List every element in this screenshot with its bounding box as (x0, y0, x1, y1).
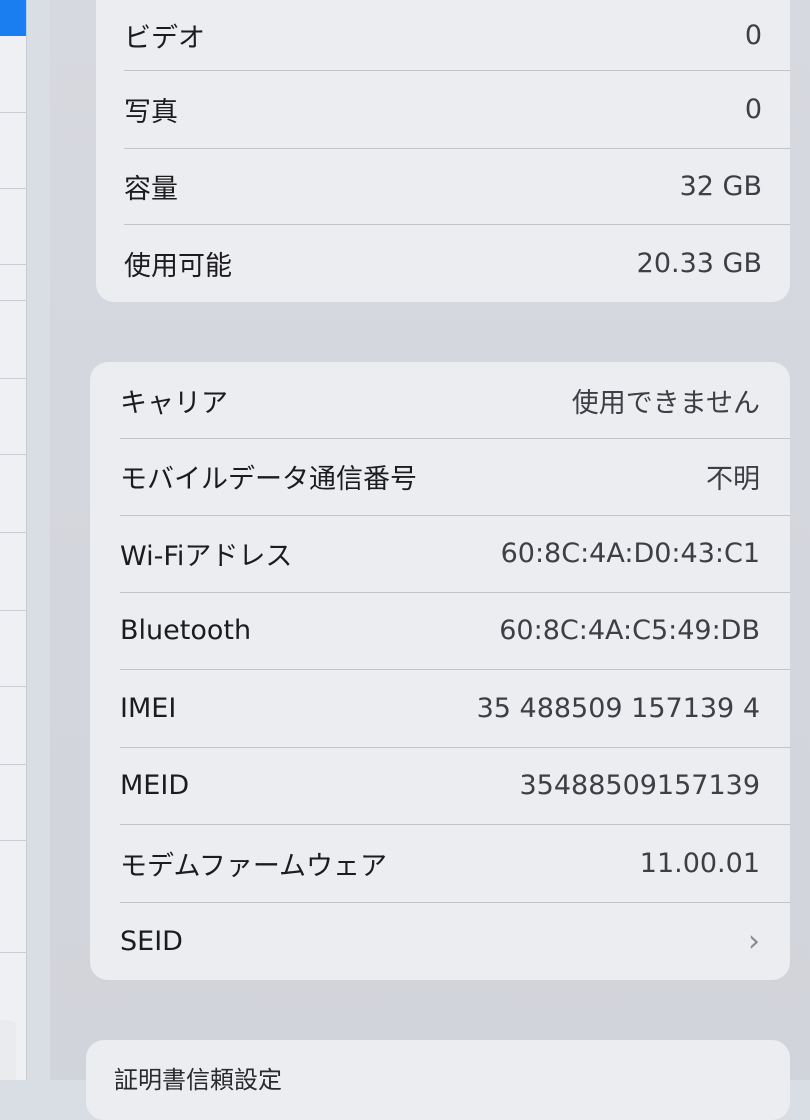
row-value: 11.00.01 (639, 847, 760, 879)
sidebar-divider (0, 454, 26, 455)
sidebar-divider (0, 264, 26, 265)
row-capacity: 容量 32 GB (96, 148, 790, 224)
row-value: 20.33 GB (636, 247, 762, 279)
sidebar-divider (0, 112, 26, 113)
sidebar-selected-item[interactable] (0, 0, 26, 36)
sidebar-divider (0, 686, 26, 687)
sidebar-divider (0, 188, 26, 189)
row-available: 使用可能 20.33 GB (96, 224, 790, 302)
sidebar-divider (0, 610, 26, 611)
sidebar-divider (0, 300, 26, 301)
row-label: Wi-Fiアドレス (120, 541, 293, 572)
row-seid[interactable]: SEID › (90, 902, 790, 980)
row-carrier: キャリア 使用できません (90, 362, 790, 438)
row-value: 35 488509 157139 4 (476, 692, 760, 724)
sidebar-divider (0, 952, 26, 953)
row-value: 60:8C:4A:C5:49:DB (499, 615, 760, 646)
row-label: モデムファームウェア (120, 850, 388, 882)
sidebar-divider (0, 764, 26, 765)
sidebar-divider (0, 378, 26, 379)
row-imei: IMEI 35 488509 157139 4 (90, 669, 790, 747)
row-label: ビデオ (124, 22, 205, 54)
sidebar (0, 0, 27, 1080)
row-value: 0 (744, 19, 762, 51)
storage-group: ビデオ 0 写真 0 容量 32 GB 使用可能 20.33 GB (96, 0, 790, 302)
row-label: 写真 (124, 96, 178, 128)
row-value: 使用できません (571, 387, 760, 419)
row-videos: ビデオ 0 (96, 0, 790, 70)
network-info-group: キャリア 使用できません モバイルデータ通信番号 不明 Wi-Fiアドレス 60… (90, 362, 790, 980)
row-label: 使用可能 (124, 250, 232, 282)
row-label: MEID (120, 770, 190, 801)
row-label: キャリア (120, 387, 228, 419)
row-modem-firmware: モデムファームウェア 11.00.01 (90, 824, 790, 902)
row-value: 60:8C:4A:D0:43:C1 (500, 538, 760, 569)
row-label: モバイルデータ通信番号 (120, 464, 417, 495)
row-mobile-number: モバイルデータ通信番号 不明 (90, 438, 790, 515)
row-value: 不明 (706, 464, 760, 495)
row-value: 0 (744, 93, 762, 125)
certificate-trust-group[interactable]: 証明書信頼設定 (86, 1040, 790, 1120)
chevron-right-icon: › (748, 923, 760, 959)
certificate-trust-settings-label: 証明書信頼設定 (114, 1066, 282, 1094)
row-label: 容量 (124, 173, 178, 205)
row-wifi-address: Wi-Fiアドレス 60:8C:4A:D0:43:C1 (90, 515, 790, 592)
row-photos: 写真 0 (96, 70, 790, 148)
sidebar-bottom-card (0, 1020, 16, 1080)
sidebar-divider (0, 532, 26, 533)
row-value: 35488509157139 (519, 770, 761, 801)
row-label: SEID (120, 925, 183, 957)
row-value: 32 GB (679, 170, 762, 202)
sidebar-divider (0, 840, 26, 841)
row-label: Bluetooth (120, 615, 252, 646)
row-meid: MEID 35488509157139 (90, 747, 790, 824)
row-label: IMEI (120, 692, 177, 724)
row-bluetooth: Bluetooth 60:8C:4A:C5:49:DB (90, 592, 790, 669)
